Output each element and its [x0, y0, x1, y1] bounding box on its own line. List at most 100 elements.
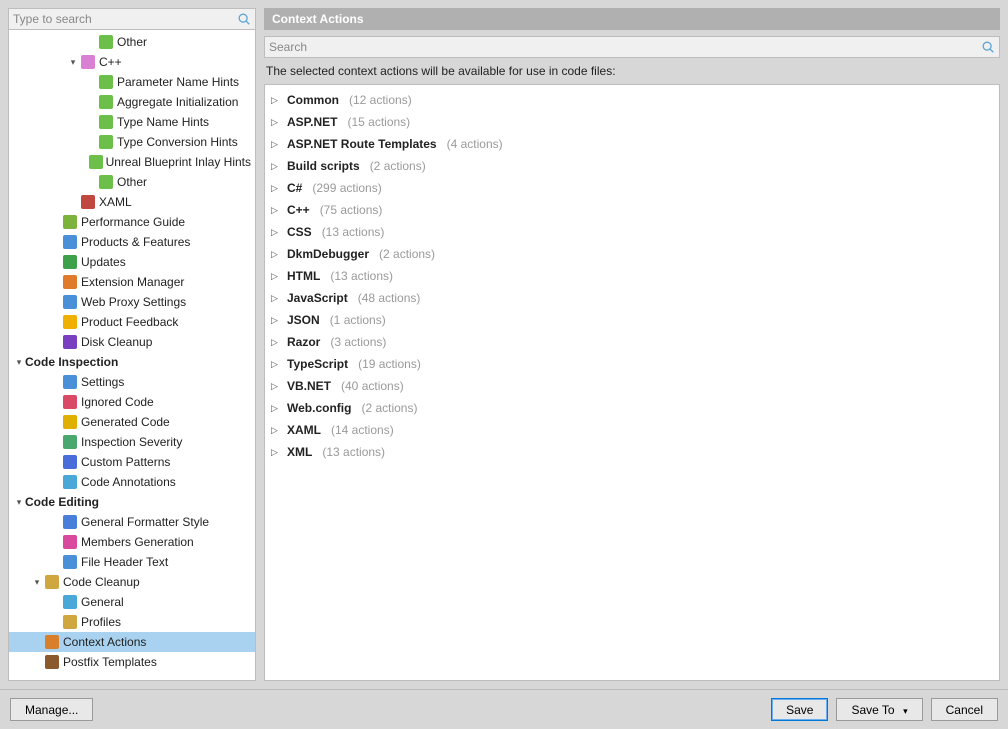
tree-item[interactable]: Profiles [9, 612, 255, 632]
tree-item[interactable]: ▾Code Editing [9, 492, 255, 512]
context-action-group[interactable]: ▷Common(12 actions) [271, 89, 993, 111]
tree-item[interactable]: Type Name Hints [9, 112, 255, 132]
tree-item-label: Custom Patterns [81, 455, 170, 469]
tree-item[interactable]: Members Generation [9, 532, 255, 552]
action-group-count: (3 actions) [330, 335, 386, 349]
tree-item[interactable]: ▾Code Inspection [9, 352, 255, 372]
tree-item[interactable]: Other [9, 172, 255, 192]
tree-item[interactable]: Context Actions [9, 632, 255, 652]
context-action-group[interactable]: ▷HTML(13 actions) [271, 265, 993, 287]
context-action-group[interactable]: ▷ TypeScript (19 actions) [271, 353, 993, 375]
tree-item[interactable]: Ignored Code [9, 392, 255, 412]
tree-item[interactable]: General Formatter Style [9, 512, 255, 532]
expand-icon[interactable]: ▷ [271, 205, 281, 216]
settings-icon [62, 374, 78, 390]
annot-icon [62, 474, 78, 490]
tree-item[interactable]: Inspection Severity [9, 432, 255, 452]
tree-search-input[interactable] [13, 12, 237, 26]
context-actions-list[interactable]: ▷Common(12 actions)▷ASP.NET(15 actions)▷… [264, 84, 1000, 681]
tree-item[interactable]: Disk Cleanup [9, 332, 255, 352]
expand-icon[interactable]: ▷ [271, 161, 281, 172]
expand-icon[interactable]: ▾ [31, 577, 43, 588]
expand-icon[interactable]: ▷ [271, 315, 281, 326]
expand-icon[interactable]: ▷ [271, 425, 281, 436]
expand-icon[interactable]: ▷ [271, 117, 281, 128]
tree-item-label: Type Name Hints [117, 115, 209, 129]
tree-item[interactable]: XAML [9, 192, 255, 212]
expand-icon[interactable]: ▾ [13, 497, 25, 508]
context-action-group[interactable]: ▷XML(13 actions) [271, 441, 993, 463]
tree-item-label: Code Annotations [81, 475, 176, 489]
tree-item-label: Unreal Blueprint Inlay Hints [106, 155, 251, 169]
expand-icon[interactable]: ▷ [271, 183, 281, 194]
action-group-name: C# [287, 181, 302, 195]
expand-icon[interactable]: ▷ [271, 293, 281, 304]
context-action-group[interactable]: ▷JavaScript(48 actions) [271, 287, 993, 309]
tree-item[interactable]: Products & Features [9, 232, 255, 252]
tree-item-label: Extension Manager [81, 275, 184, 289]
tree-item[interactable]: Type Conversion Hints [9, 132, 255, 152]
context-action-group[interactable]: ▷Build scripts(2 actions) [271, 155, 993, 177]
gencode-icon [62, 414, 78, 430]
cancel-button[interactable]: Cancel [931, 698, 998, 721]
tree-item[interactable]: Code Annotations [9, 472, 255, 492]
search-icon[interactable] [981, 40, 995, 54]
action-group-name: TypeScript [287, 357, 348, 371]
expand-icon[interactable]: ▷ [271, 95, 281, 106]
tree-item[interactable]: Updates [9, 252, 255, 272]
tree-item[interactable]: Custom Patterns [9, 452, 255, 472]
tree-item[interactable]: Performance Guide [9, 212, 255, 232]
tree-item[interactable]: Other [9, 32, 255, 52]
expand-icon[interactable]: ▾ [67, 57, 79, 68]
actions-search-input[interactable] [269, 40, 981, 54]
tree-item[interactable]: Unreal Blueprint Inlay Hints [9, 152, 255, 172]
expand-icon[interactable]: ▾ [13, 357, 25, 368]
context-action-group[interactable]: ▷Web.config(2 actions) [271, 397, 993, 419]
tree-item-label: General Formatter Style [81, 515, 209, 529]
expand-icon[interactable]: ▷ [271, 227, 281, 238]
tree-item[interactable]: Aggregate Initialization [9, 92, 255, 112]
hint-icon [98, 174, 114, 190]
tree-item[interactable]: Postfix Templates [9, 652, 255, 672]
context-action-group[interactable]: ▷Razor(3 actions) [271, 331, 993, 353]
tree-item[interactable]: File Header Text [9, 552, 255, 572]
context-action-group[interactable]: ▷C#(299 actions) [271, 177, 993, 199]
tree-item[interactable]: Generated Code [9, 412, 255, 432]
tree-item[interactable]: Web Proxy Settings [9, 292, 255, 312]
expand-icon[interactable]: ▷ [271, 139, 281, 150]
tree-item[interactable]: ▾Code Cleanup [9, 572, 255, 592]
expand-icon[interactable]: ▷ [271, 381, 281, 392]
tree-item[interactable]: Settings [9, 372, 255, 392]
actions-description: The selected context actions will be ava… [264, 58, 1000, 84]
expand-icon[interactable]: ▷ [271, 249, 281, 260]
tree-item-label: Other [117, 35, 147, 49]
context-action-group[interactable]: ▷XAML(14 actions) [271, 419, 993, 441]
action-group-name: JSON [287, 313, 320, 327]
expand-icon[interactable]: ▷ [271, 403, 281, 414]
save-to-button[interactable]: Save To [836, 698, 922, 721]
expand-icon[interactable]: ▷ [271, 359, 281, 370]
context-action-group[interactable]: ▷VB.NET(40 actions) [271, 375, 993, 397]
context-action-group[interactable]: ▷ASP.NET(15 actions) [271, 111, 993, 133]
settings-tree[interactable]: Other ▾C++Parameter Name HintsAggregate I… [8, 30, 256, 681]
expand-icon[interactable]: ▷ [271, 337, 281, 348]
context-action-group[interactable]: ▷JSON(1 actions) [271, 309, 993, 331]
context-action-group[interactable]: ▷DkmDebugger(2 actions) [271, 243, 993, 265]
tree-item[interactable]: Product Feedback [9, 312, 255, 332]
tree-item[interactable]: ▾C++ [9, 52, 255, 72]
action-group-count: (19 actions) [358, 357, 421, 371]
tree-item[interactable]: Parameter Name Hints [9, 72, 255, 92]
tree-item-label: Settings [81, 375, 124, 389]
context-action-group[interactable]: ▷C++(75 actions) [271, 199, 993, 221]
tree-item-label: Inspection Severity [81, 435, 182, 449]
save-button[interactable]: Save [771, 698, 828, 721]
manage-button[interactable]: Manage... [10, 698, 93, 721]
postfix-icon [44, 654, 60, 670]
tree-item[interactable]: Extension Manager [9, 272, 255, 292]
context-action-group[interactable]: ▷CSS(13 actions) [271, 221, 993, 243]
tree-item[interactable]: General [9, 592, 255, 612]
expand-icon[interactable]: ▷ [271, 271, 281, 282]
context-action-group[interactable]: ▷ASP.NET Route Templates(4 actions) [271, 133, 993, 155]
search-icon[interactable] [237, 12, 251, 26]
expand-icon[interactable]: ▷ [271, 447, 281, 458]
